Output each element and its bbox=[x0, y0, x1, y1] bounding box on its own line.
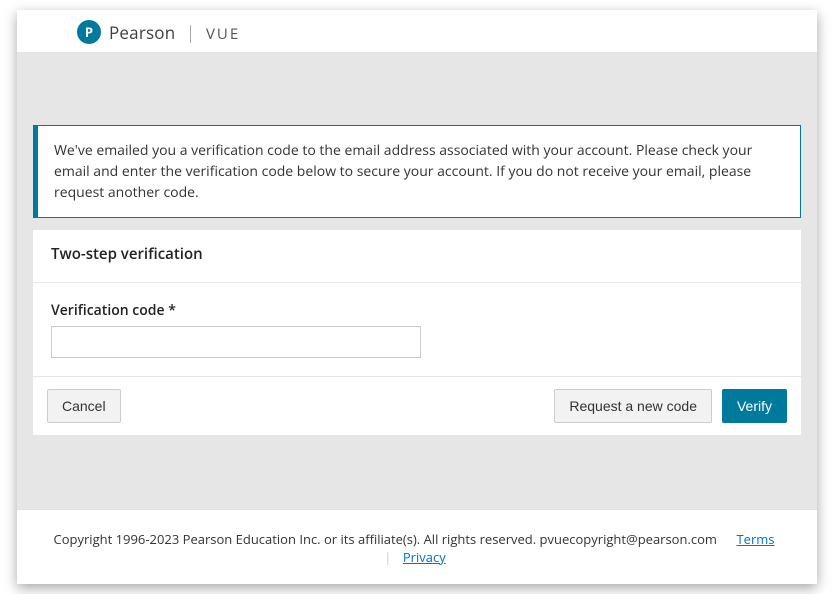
cancel-button[interactable]: Cancel bbox=[47, 389, 121, 423]
actions-right-group: Request a new code Verify bbox=[554, 389, 787, 423]
brand-name-secondary: VUE bbox=[206, 24, 240, 44]
header-bar: P Pearson | VUE bbox=[17, 10, 817, 53]
verification-panel: Two-step verification Verification code … bbox=[33, 230, 801, 435]
info-notice-text: We've emailed you a verification code to… bbox=[54, 141, 752, 202]
brand-logo: P Pearson | VUE bbox=[77, 20, 797, 44]
panel-actions: Cancel Request a new code Verify bbox=[33, 377, 801, 435]
footer-copyright: Copyright 1996-2023 Pearson Education In… bbox=[54, 530, 717, 548]
verification-code-input[interactable] bbox=[51, 326, 421, 358]
request-new-code-button[interactable]: Request a new code bbox=[554, 389, 712, 423]
panel-title: Two-step verification bbox=[33, 230, 801, 283]
verification-code-label: Verification code * bbox=[51, 301, 783, 320]
brand-logo-text: Pearson | VUE bbox=[109, 21, 240, 44]
brand-logo-icon: P bbox=[77, 20, 101, 44]
panel-body: Verification code * bbox=[33, 283, 801, 377]
content-area: We've emailed you a verification code to… bbox=[17, 53, 817, 451]
footer-divider: | bbox=[384, 548, 391, 566]
brand-initial: P bbox=[85, 23, 93, 41]
footer-terms-link[interactable]: Terms bbox=[736, 530, 774, 548]
info-notice: We've emailed you a verification code to… bbox=[33, 125, 801, 218]
brand-divider: | bbox=[186, 21, 195, 44]
footer: Copyright 1996-2023 Pearson Education In… bbox=[17, 509, 817, 584]
footer-privacy-link[interactable]: Privacy bbox=[403, 548, 446, 566]
verify-button[interactable]: Verify bbox=[722, 389, 787, 423]
brand-name-primary: Pearson bbox=[109, 21, 175, 44]
page-container: P Pearson | VUE We've emailed you a veri… bbox=[17, 10, 817, 584]
